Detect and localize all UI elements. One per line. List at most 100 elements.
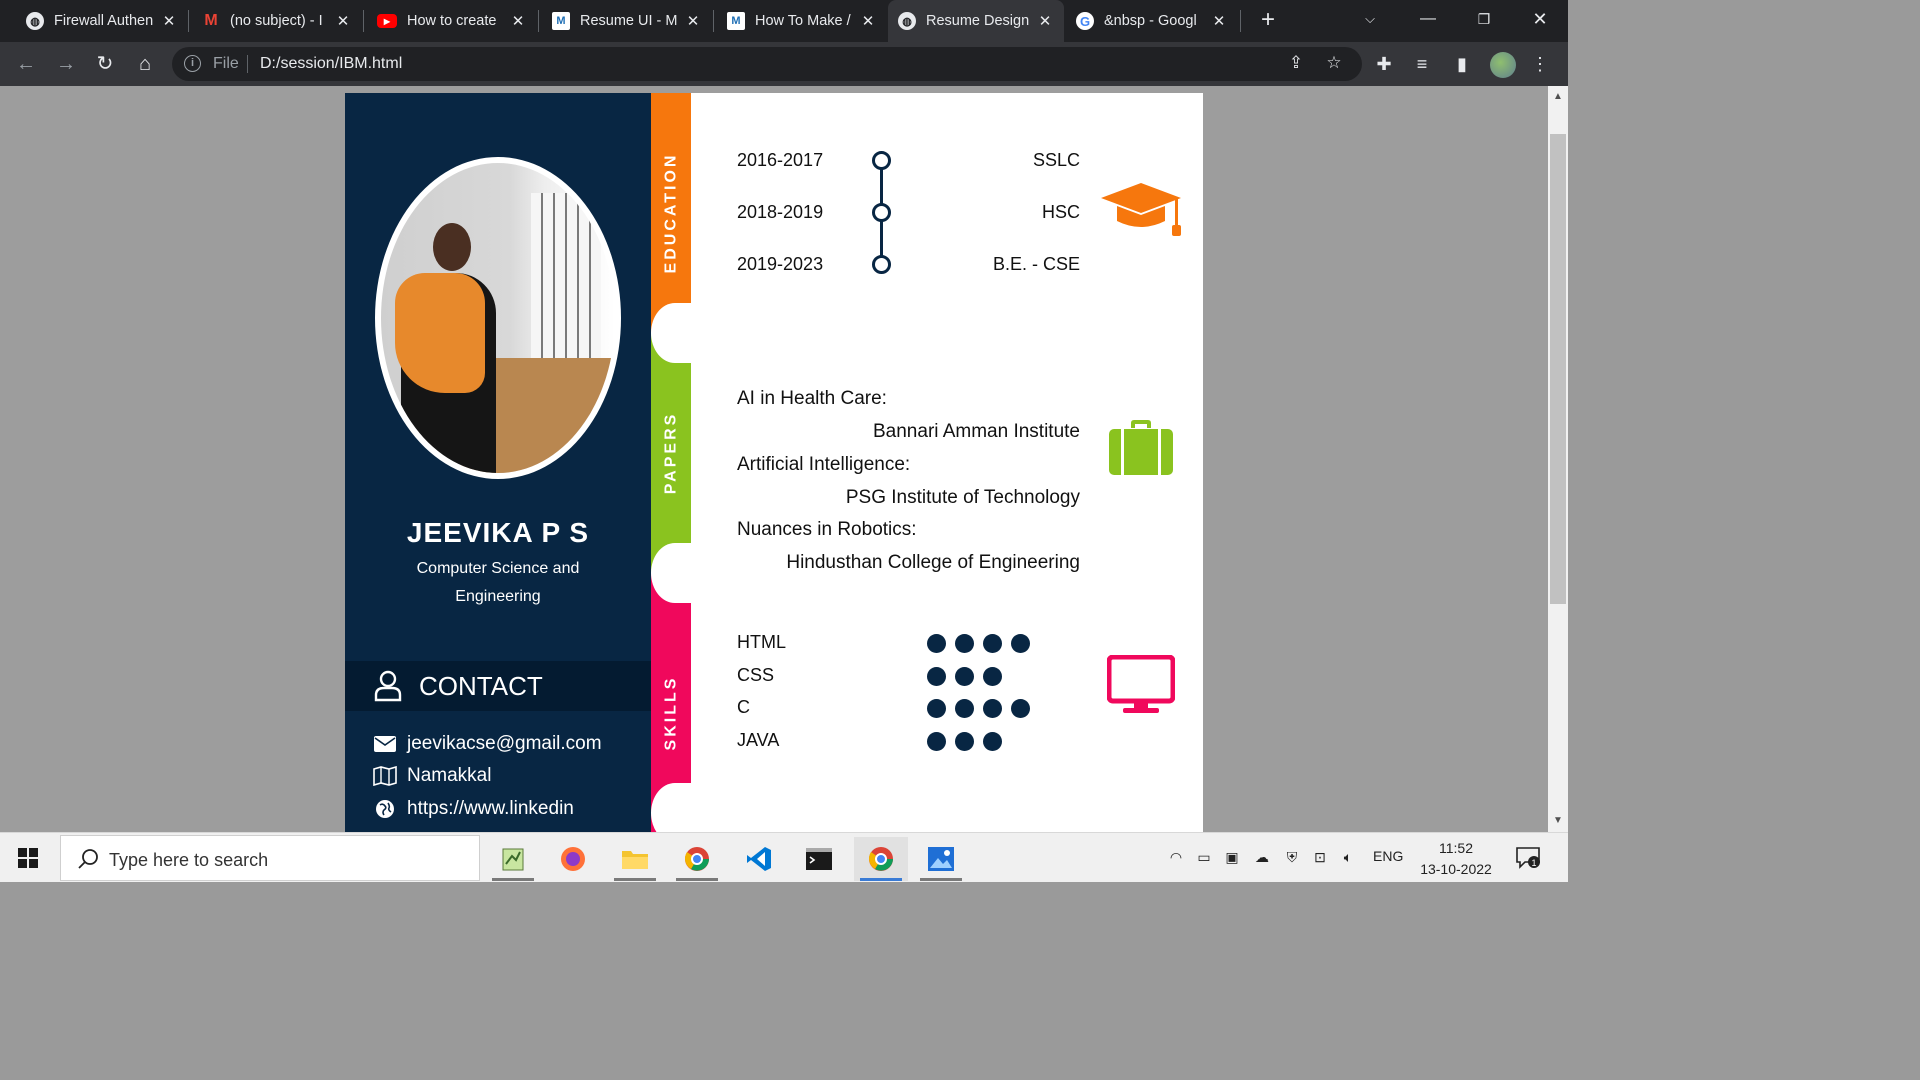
taskbar-app-firefox[interactable] <box>546 837 600 881</box>
address-divider <box>247 55 248 73</box>
scroll-up-arrow-icon[interactable]: ▲ <box>1548 88 1568 106</box>
scrollbar-thumb[interactable] <box>1550 134 1566 604</box>
browser-toolbar: ← → ↻ ⌂ i File D:/session/IBM.html ⇪ ☆ ✚… <box>0 42 1568 86</box>
taskbar-app-chrome-active[interactable] <box>854 837 908 881</box>
clock-date: 13-10-2022 <box>1420 861 1492 877</box>
skill-dot <box>927 667 946 686</box>
tab-how-to-make[interactable]: M How To Make / ✕ <box>717 0 887 42</box>
tab-resume-ui[interactable]: M Resume UI - M ✕ <box>542 0 712 42</box>
restore-button[interactable]: ❐ <box>1456 0 1512 42</box>
tab-separator <box>1240 10 1241 32</box>
close-window-button[interactable]: ✕ <box>1512 0 1568 42</box>
education-band: EDUCATION <box>651 93 691 333</box>
skill-dot <box>927 699 946 718</box>
windows-start-button[interactable] <box>18 848 38 868</box>
education-years-2: 2018-2019 <box>737 202 824 222</box>
new-tab-button[interactable]: + <box>1254 6 1282 34</box>
skill-rating <box>927 667 1011 687</box>
website-link: https://www.linkedin <box>407 798 574 819</box>
band-notch <box>651 303 691 363</box>
skill-dot <box>927 732 946 751</box>
reload-button[interactable]: ↻ <box>91 50 119 78</box>
google-icon: G <box>1076 12 1094 30</box>
close-icon[interactable]: ✕ <box>1210 12 1228 30</box>
side-panel-icon[interactable]: ▮ <box>1450 52 1474 76</box>
scroll-down-arrow-icon[interactable]: ▼ <box>1548 812 1568 830</box>
skill-dot <box>955 634 974 653</box>
skill-name-1: HTML <box>737 632 786 652</box>
taskbar-app-vscode[interactable] <box>732 837 786 881</box>
contact-location: Namakkal <box>373 762 491 790</box>
briefcase-icon <box>1109 420 1173 475</box>
system-clock[interactable]: 11:52 13-10-2022 <box>1410 838 1502 880</box>
meet-now-icon[interactable]: ▣ <box>1222 849 1242 867</box>
tab-search-chevron-icon[interactable]: ⌵ <box>1342 0 1398 42</box>
skill-rating <box>927 732 1011 752</box>
close-icon[interactable]: ✕ <box>859 12 877 30</box>
vscode-icon <box>747 847 771 871</box>
skill-dot <box>983 667 1002 686</box>
notification-center-icon[interactable]: 1 <box>1516 847 1540 869</box>
band-notch <box>651 783 691 832</box>
profile-photo <box>375 157 621 479</box>
display-icon[interactable]: ⊡ <box>1310 849 1330 867</box>
wifi-icon[interactable]: ◠ <box>1166 849 1186 867</box>
bookmark-star-icon[interactable]: ☆ <box>1322 53 1346 75</box>
security-shield-icon[interactable]: ⛨ <box>1282 849 1302 867</box>
close-icon[interactable]: ✕ <box>160 12 178 30</box>
tab-resume-design[interactable]: ◍ Resume Design ✕ <box>888 0 1064 42</box>
back-button[interactable]: ← <box>12 50 40 78</box>
taskbar-app-notepad[interactable] <box>486 837 540 881</box>
terminal-icon <box>806 848 832 870</box>
close-icon[interactable]: ✕ <box>334 12 352 30</box>
skill-dot <box>983 634 1002 653</box>
close-icon[interactable]: ✕ <box>509 12 527 30</box>
globe-icon <box>373 799 397 819</box>
onedrive-icon[interactable]: ☁ <box>1252 849 1272 867</box>
tab-gmail[interactable]: M (no subject) - I ✕ <box>192 0 362 42</box>
battery-icon[interactable]: ▭ <box>1194 849 1214 867</box>
chrome-icon <box>685 847 709 871</box>
close-icon[interactable]: ✕ <box>1036 12 1054 30</box>
tab-firewall-authentication[interactable]: ◍ Firewall Authen ✕ <box>16 0 188 42</box>
graduation-cap-icon <box>1101 183 1181 236</box>
folder-icon <box>622 851 648 869</box>
share-icon[interactable]: ⇪ <box>1284 53 1308 75</box>
photos-icon <box>928 847 954 871</box>
extensions-icon[interactable]: ✚ <box>1372 52 1396 76</box>
taskbar-app-terminal[interactable] <box>792 837 846 881</box>
volume-muted-icon[interactable]: 🔈︎ <box>1338 849 1358 867</box>
paper-title-1: AI in Health Care: <box>737 388 887 409</box>
skill-dot <box>1011 634 1030 653</box>
close-icon[interactable]: ✕ <box>684 12 702 30</box>
tab-youtube[interactable]: ▶ How to create ✕ <box>367 0 537 42</box>
taskbar-app-file-explorer[interactable] <box>608 837 662 881</box>
minimize-button[interactable]: — <box>1400 0 1456 42</box>
media-controls-icon[interactable]: ≡ <box>1410 52 1434 76</box>
papers-label: PAPERS <box>662 411 680 495</box>
taskbar-app-photos[interactable] <box>914 837 968 881</box>
photo-person-head <box>433 223 471 271</box>
profile-avatar[interactable] <box>1490 52 1516 78</box>
taskbar-app-chrome[interactable] <box>670 837 724 881</box>
page-viewport: JEEVIKA P S Computer Science and Enginee… <box>0 86 1548 832</box>
forward-button[interactable]: → <box>52 50 80 78</box>
home-button[interactable]: ⌂ <box>131 50 159 78</box>
address-bar[interactable]: i File D:/session/IBM.html ⇪ ☆ <box>172 47 1362 81</box>
taskbar-search-box[interactable]: Type here to search <box>60 835 480 881</box>
skill-dot <box>1011 699 1030 718</box>
menu-kebab-icon[interactable]: ⋮ <box>1528 52 1552 76</box>
info-icon[interactable]: i <box>184 55 201 72</box>
tab-separator <box>713 10 714 32</box>
notification-count: 1 <box>1531 858 1536 868</box>
language-indicator[interactable]: ENG <box>1373 848 1403 864</box>
vertical-scrollbar[interactable]: ▲ ▼ <box>1548 86 1568 832</box>
resume-page: JEEVIKA P S Computer Science and Enginee… <box>345 93 1203 832</box>
paper-title-3: Nuances in Robotics: <box>737 519 917 540</box>
skill-dot <box>955 732 974 751</box>
url-text[interactable]: D:/session/IBM.html <box>260 55 402 73</box>
contact-email[interactable]: jeevikacse@gmail.com <box>373 730 602 758</box>
youtube-icon: ▶ <box>377 14 397 28</box>
contact-website[interactable]: https://www.linkedin <box>373 795 574 823</box>
tab-google-search[interactable]: G &nbsp - Googl ✕ <box>1066 0 1238 42</box>
